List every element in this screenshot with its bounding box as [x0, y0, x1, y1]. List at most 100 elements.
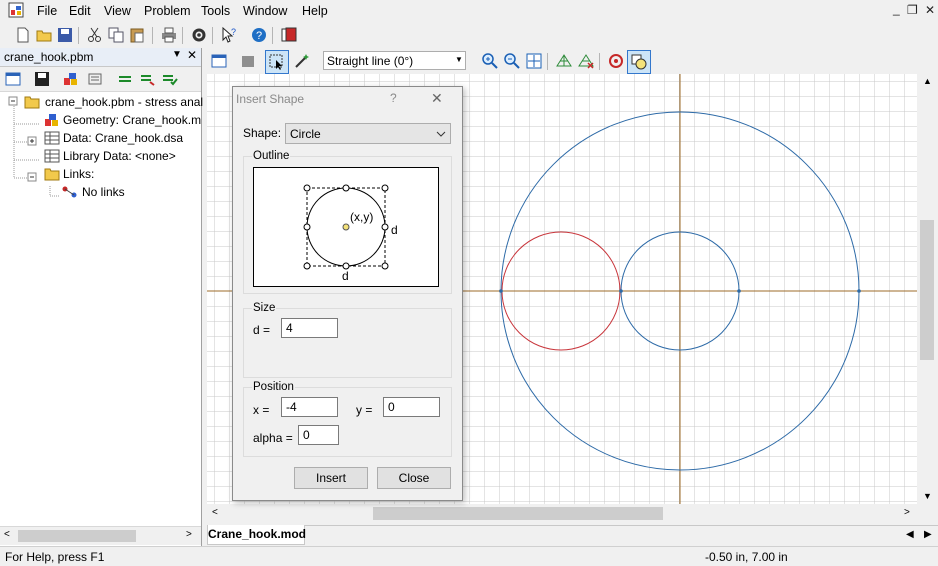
shape-select[interactable]: Circle: [285, 123, 451, 144]
settings-gear-icon[interactable]: [190, 26, 208, 44]
separator: [152, 27, 153, 44]
link-icon: [62, 186, 77, 198]
new-file-icon[interactable]: [14, 26, 32, 44]
select-tool[interactable]: [265, 50, 289, 74]
tree-root[interactable]: crane_hook.pbm - stress anal: [45, 93, 203, 111]
dialog-close-icon[interactable]: ✕: [431, 90, 443, 107]
tree-item-links[interactable]: Links:: [63, 165, 94, 183]
tab-crane-hook-mod[interactable]: Crane_hook.mod: [207, 525, 306, 545]
minimize-icon[interactable]: _: [893, 2, 900, 16]
panel-equal-red-icon[interactable]: [138, 70, 156, 88]
vertical-scroll-thumb[interactable]: [920, 220, 934, 360]
node-point[interactable]: [499, 289, 503, 293]
cut-icon[interactable]: [86, 26, 104, 44]
menu-view[interactable]: View: [104, 4, 131, 18]
panel-toolbar: [0, 67, 201, 92]
zoom-fit-icon[interactable]: [525, 52, 543, 70]
panel-menu-arrow-icon[interactable]: ▼: [172, 49, 182, 60]
menu-bar: File Edit View Problem Tools Window Help…: [0, 0, 938, 22]
scroll-left-icon[interactable]: <: [4, 529, 10, 540]
zoom-out-icon[interactable]: [503, 52, 521, 70]
menu-file[interactable]: File: [37, 4, 57, 18]
horizontal-scroll-thumb[interactable]: [373, 507, 663, 520]
menu-tools[interactable]: Tools: [201, 4, 230, 18]
panel-horizontal-scrollbar[interactable]: < >: [0, 526, 201, 545]
insert-shape-dialog: Insert Shape ? ✕ Shape: Circle Outline (…: [232, 86, 463, 501]
panel-geometry-icon[interactable]: [62, 70, 80, 88]
scroll-up-icon[interactable]: ▲: [923, 76, 932, 86]
dropdown-arrow-icon: ▼: [455, 55, 463, 64]
tree-item-data[interactable]: Data: Crane_hook.dsa: [63, 129, 183, 147]
diameter-input[interactable]: [281, 318, 338, 338]
mesh-icon[interactable]: [555, 52, 573, 70]
window-icon[interactable]: [210, 52, 228, 70]
panel-properties-icon[interactable]: [86, 70, 104, 88]
panel-close-icon[interactable]: ✕: [187, 48, 197, 62]
main-toolbar: ? ?: [0, 23, 330, 47]
line-mode-select[interactable]: Straight line (0°) ▼: [323, 51, 466, 70]
panel-scroll-thumb[interactable]: [18, 530, 136, 542]
scroll-down-icon[interactable]: ▼: [923, 491, 932, 501]
preview-diameter-bottom-label: d: [342, 269, 349, 283]
separator: [182, 27, 183, 44]
tree-item-geometry[interactable]: Geometry: Crane_hook.m: [63, 111, 201, 129]
app-icon: [8, 2, 24, 18]
tab-prev-icon[interactable]: ◀: [906, 529, 914, 540]
menu-help[interactable]: Help: [302, 4, 328, 18]
vertical-scrollbar[interactable]: ▲ ▼: [917, 74, 938, 504]
project-folder-icon: [24, 96, 40, 109]
menu-edit[interactable]: Edit: [69, 4, 91, 18]
print-icon[interactable]: [160, 26, 178, 44]
tree-item-library[interactable]: Library Data: <none>: [63, 147, 176, 165]
node-point[interactable]: [857, 289, 861, 293]
separator: [547, 53, 548, 70]
target-icon[interactable]: [607, 52, 625, 70]
shape-label: Shape:: [243, 126, 282, 140]
svg-text:?: ?: [231, 27, 236, 37]
help-icon[interactable]: ?: [250, 26, 268, 44]
zoom-in-icon[interactable]: [481, 52, 499, 70]
separator: [212, 27, 213, 44]
alpha-label: alpha =: [253, 431, 293, 445]
magic-wand-icon[interactable]: [293, 52, 311, 70]
alpha-input[interactable]: [298, 425, 339, 445]
line-mode-value: Straight line (0°): [327, 54, 414, 68]
close-window-icon[interactable]: ✕: [925, 3, 935, 17]
scroll-left-icon[interactable]: <: [212, 507, 218, 518]
scroll-right-icon[interactable]: >: [186, 529, 192, 540]
y-label: y =: [356, 403, 373, 417]
y-input[interactable]: [383, 397, 440, 417]
copy-icon[interactable]: [107, 26, 125, 44]
node-point[interactable]: [737, 289, 741, 293]
scroll-right-icon[interactable]: >: [904, 507, 910, 518]
preview-center-label: (x,y): [350, 210, 374, 224]
menu-window[interactable]: Window: [243, 4, 287, 18]
menu-problem[interactable]: Problem: [144, 4, 191, 18]
save-icon[interactable]: [56, 26, 74, 44]
insert-button[interactable]: Insert: [294, 467, 368, 489]
dialog-help-button[interactable]: ?: [390, 91, 397, 105]
restore-icon[interactable]: ❐: [907, 3, 918, 17]
horizontal-scrollbar[interactable]: < >: [207, 504, 917, 523]
position-group-label: Position: [252, 381, 295, 393]
close-button[interactable]: Close: [377, 467, 451, 489]
panel-check-icon[interactable]: [160, 70, 178, 88]
open-folder-icon[interactable]: [35, 26, 53, 44]
document-tab-bar: Crane_hook.mod ◀ ▶: [207, 525, 938, 546]
x-label: x =: [253, 403, 270, 417]
separator: [599, 53, 600, 70]
dialog-title: Insert Shape: [236, 92, 305, 106]
mesh-delete-icon[interactable]: [577, 52, 595, 70]
panel-view-icon[interactable]: [4, 70, 22, 88]
panel-save-icon[interactable]: [33, 70, 51, 88]
library-icon[interactable]: [280, 26, 298, 44]
panel-equal-icon[interactable]: [116, 70, 134, 88]
solid-shape-icon[interactable]: [239, 52, 257, 70]
context-help-icon[interactable]: ?: [220, 26, 238, 44]
x-input[interactable]: [281, 397, 338, 417]
tab-next-icon[interactable]: ▶: [924, 529, 932, 540]
node-point[interactable]: [619, 289, 623, 293]
shapes-tool[interactable]: [627, 50, 651, 74]
paste-icon[interactable]: [128, 26, 146, 44]
status-coordinates: -0.50 in, 7.00 in: [705, 550, 788, 564]
